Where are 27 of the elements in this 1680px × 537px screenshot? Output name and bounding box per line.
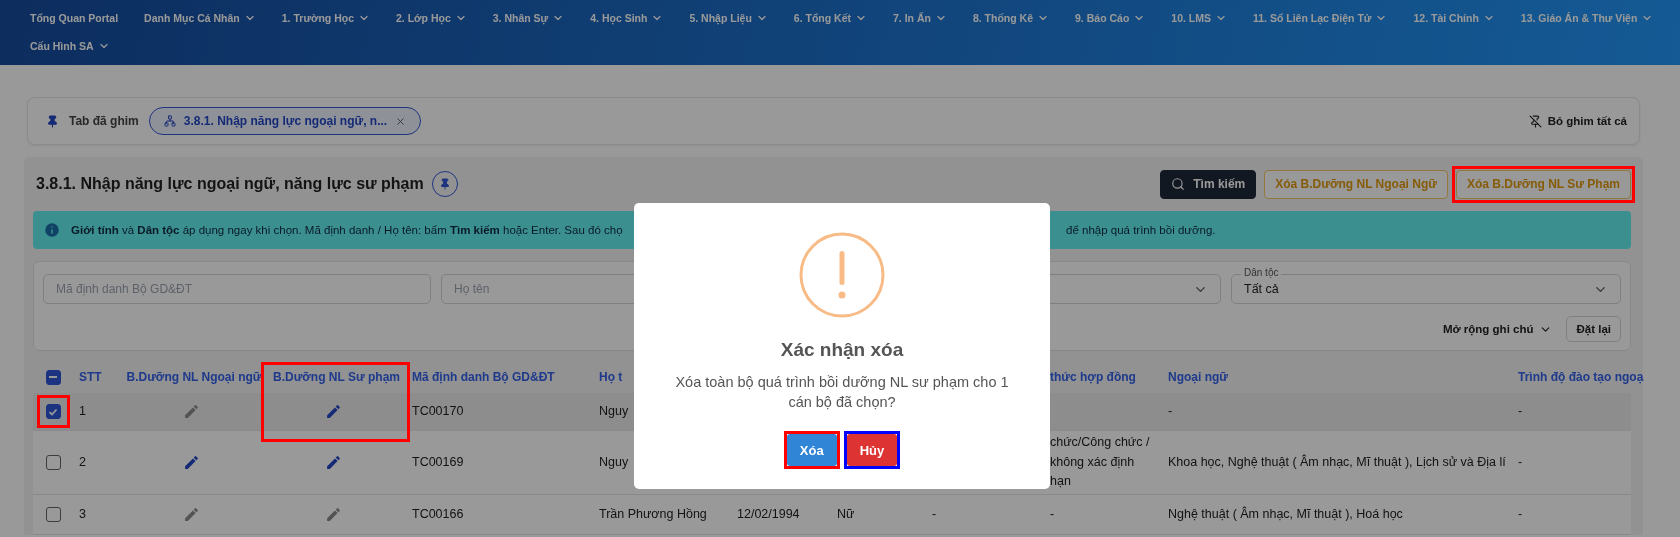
dialog-title: Xác nhận xóa (780, 339, 904, 361)
pinned-tabs-label: Tab đã ghim (69, 114, 139, 128)
table-cell-text: - (1517, 453, 1524, 471)
table-cell-text: - (1517, 505, 1524, 523)
table-cell-text: chức/Công chức / không xác định hạn (1049, 434, 1151, 491)
dialog-message: Xóa toàn bộ quá trình bồi dưỡng NL sư phạm cho 1 cán bộ đã chọn? (674, 373, 1010, 412)
table-cell-text: 1 (78, 402, 87, 420)
table-cell-text: - (1049, 505, 1056, 523)
table-cell-text: 2 (78, 453, 87, 471)
info-text: để nhập quá trình bồi dưỡng. (1066, 224, 1216, 236)
table-cell-text: TC00166 (411, 505, 465, 523)
table-cell-text: - (931, 505, 938, 523)
table-cell-text: 3 (78, 505, 87, 523)
table-cell-text: Nữ (836, 505, 856, 523)
table-cell-text: TC00170 (411, 402, 465, 420)
table-cell-text: - (1167, 402, 1174, 420)
table-cell-text: Nghệ thuật ( Âm nhạc, Mĩ thuật ), Hoá học (1167, 505, 1404, 523)
field-label: Dân tộc (1241, 267, 1282, 278)
table-cell-text: Nguy (598, 402, 630, 420)
table-cell-text: TC00169 (411, 453, 465, 471)
table-cell-text: Khoa học, Nghệ thuật ( Âm nhạc, Mĩ thuật ), Lịch sử và Địa lí (1167, 453, 1507, 471)
table-cell-text: - (1517, 402, 1524, 420)
info-text: Giới tính và Dân tộc áp dụng ngay khi chọn. Mã định danh / Họ tên: bấm Tìm kiếm hoặc Enter. Sau đó chọ (71, 224, 624, 236)
table-cell-text: Nguy (598, 453, 630, 471)
table-cell-text: 12/02/1994 (736, 505, 801, 523)
page-title: 3.8.1. Nhập năng lực ngoại ngữ, năng lực sư phạm (36, 175, 424, 193)
table-cell-text: Trần Phương Hồng (598, 505, 708, 523)
